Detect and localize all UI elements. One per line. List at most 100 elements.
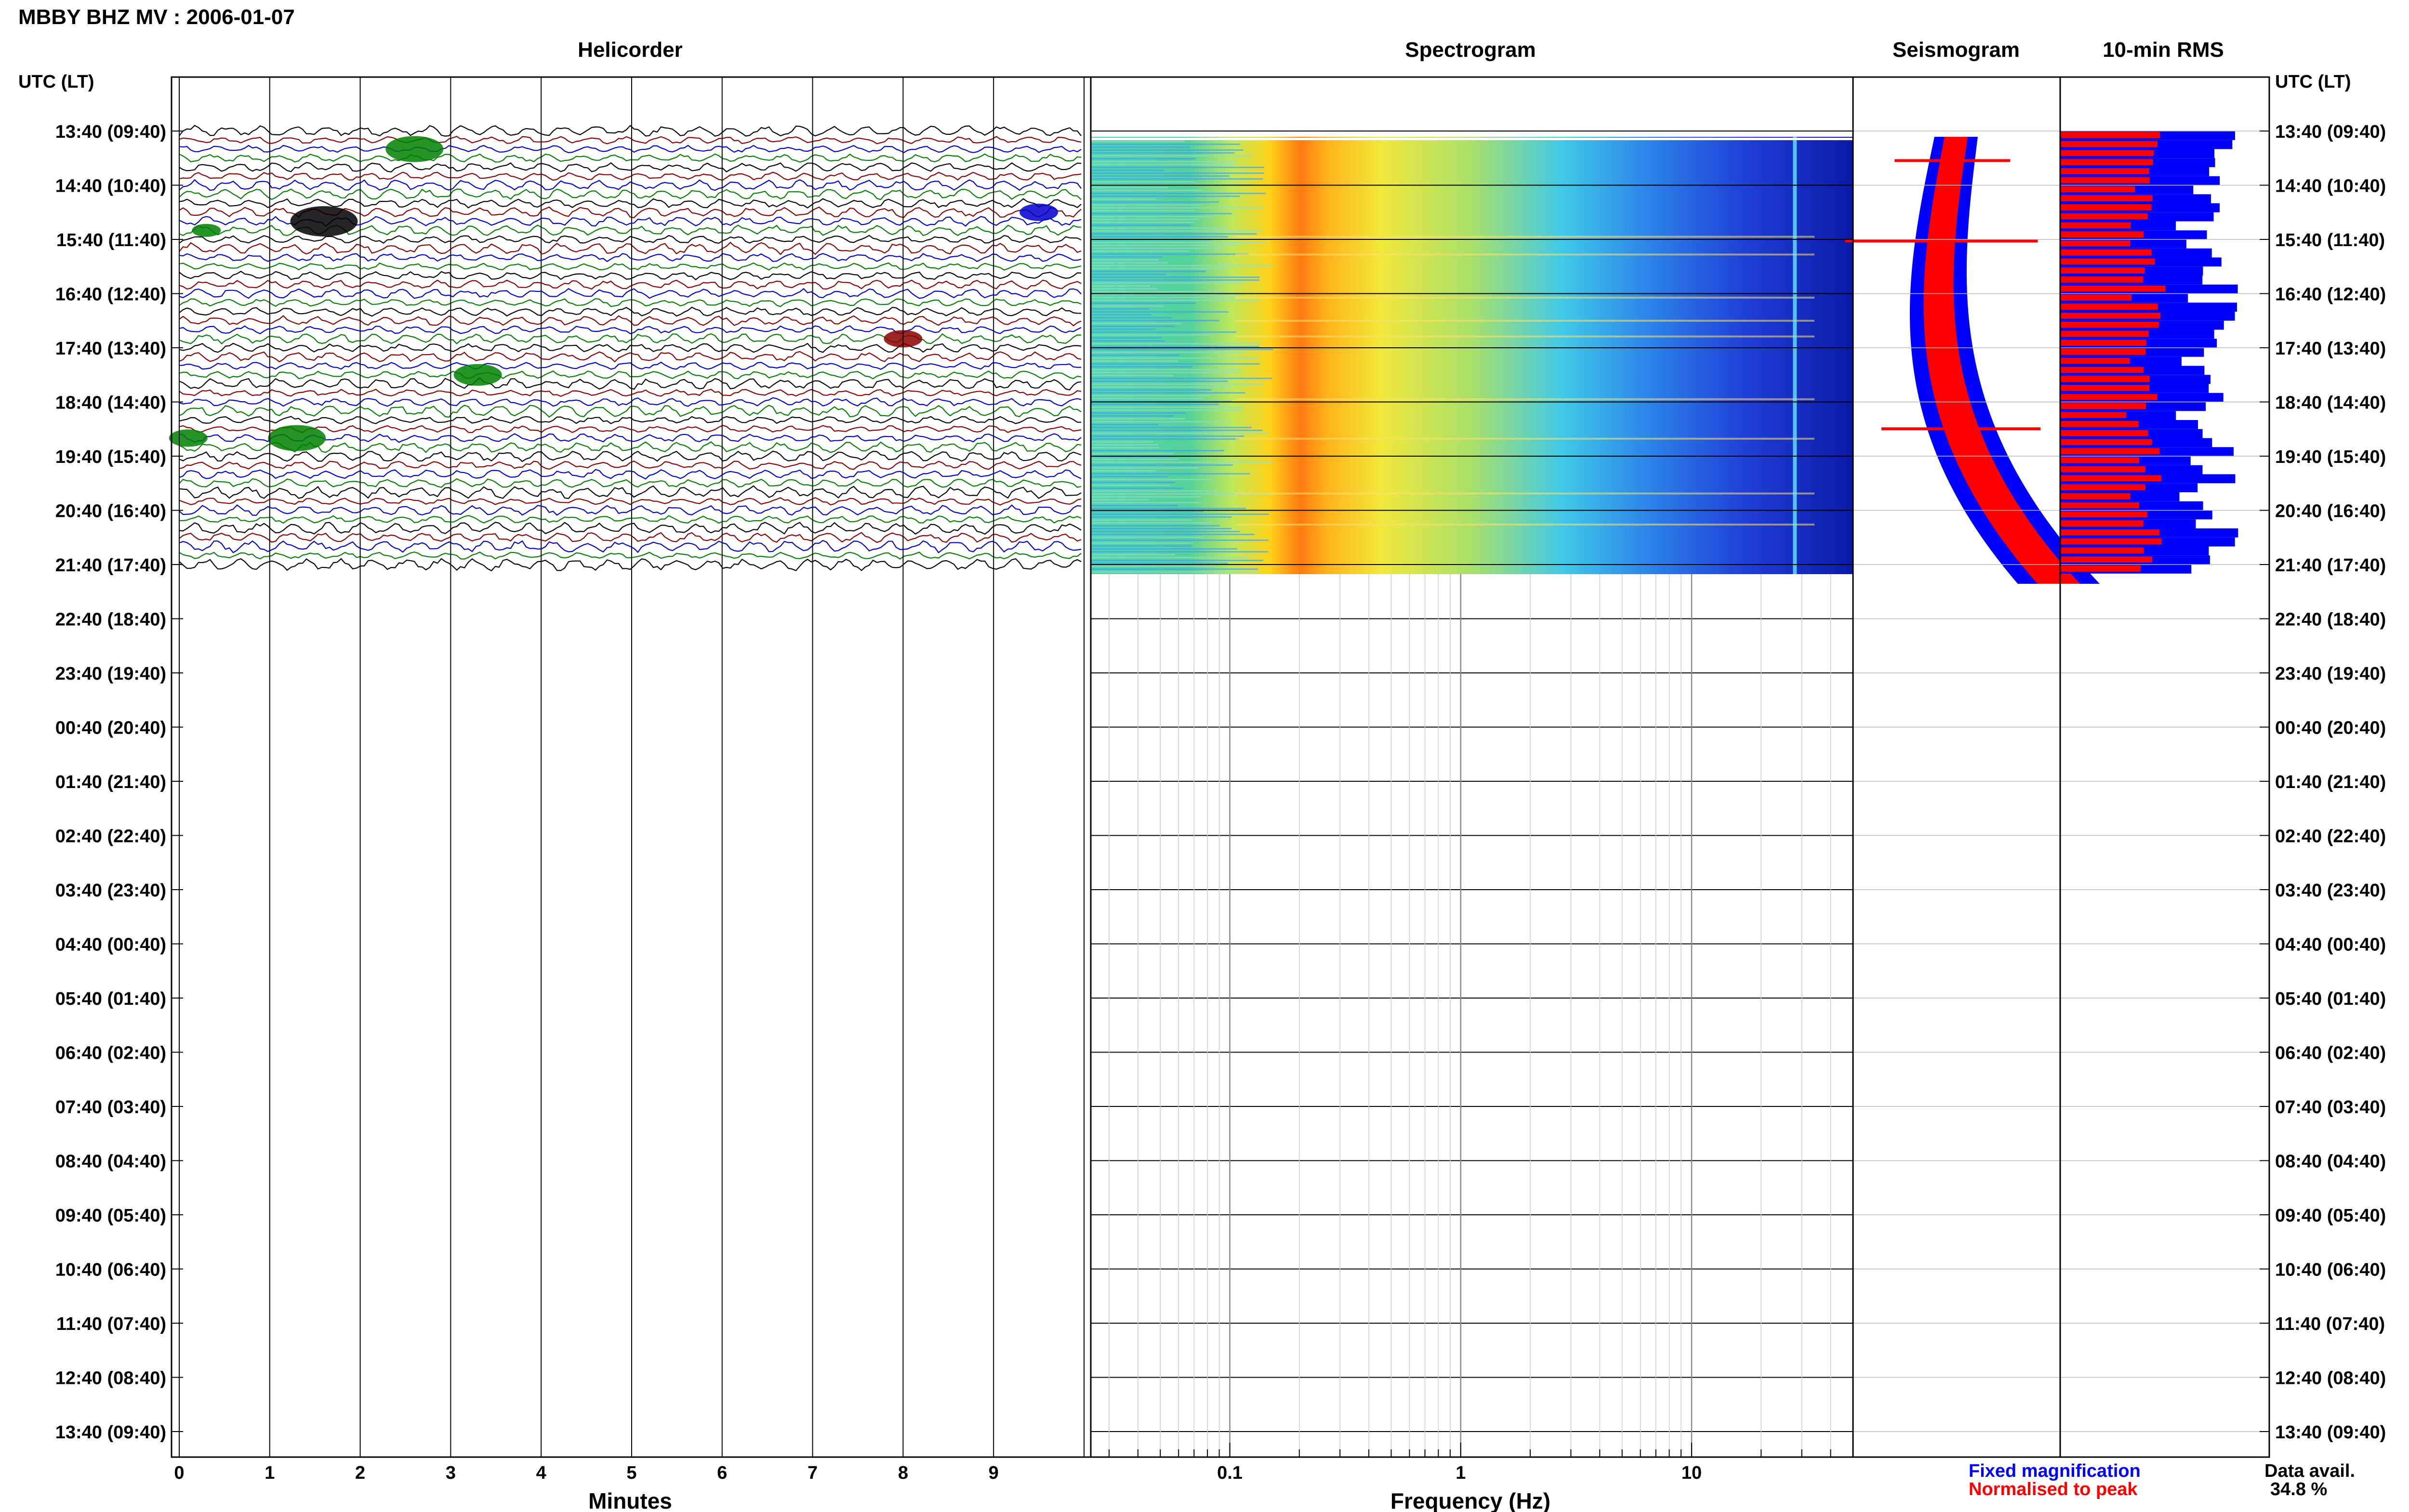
time-label-left: 21:40 (17:40) [55,555,166,576]
time-label-left: 14:40 (10:40) [55,176,166,197]
helicorder-trace [179,153,1082,163]
seismogram-spike [1881,427,2041,431]
spectrogram-event-line [1235,296,1814,299]
spectrogram-streak [1091,427,1252,428]
rms-bar-normalised [2060,493,2131,500]
spectrogram-streak [1091,170,1164,171]
spectrogram-streak [1091,161,1236,162]
spectrogram-streak [1091,285,1150,287]
spectrogram-streak [1091,236,1228,237]
spectrogram-streak [1091,334,1211,336]
frequency-tick-label: 1 [1456,1463,1466,1483]
helicorder-trace [179,253,1082,263]
spectrogram-event-line [1235,319,1814,322]
rms-bar-normalised [2060,222,2131,229]
spectrogram-streak [1091,213,1232,214]
right-axis-header: UTC (LT) [2275,72,2351,92]
spectrogram-streak [1091,450,1225,451]
rms-bar-normalised [2060,321,2159,328]
time-label-right: 00:40 (20:40) [2275,718,2386,738]
helicorder-traces [169,125,1082,572]
spectrogram-streak [1091,352,1244,353]
minute-tick-label: 3 [446,1463,456,1483]
helicorder-trace [179,558,1082,572]
time-label-right: 10:40 (06:40) [2275,1260,2386,1280]
spectrogram-streak [1091,563,1229,564]
spectrogram-streak [1091,435,1244,437]
rms-title: 10-min RMS [2103,38,2224,62]
spectrogram-streak [1091,265,1274,266]
spectrogram-streak [1091,444,1159,446]
time-label-right: 22:40 (18:40) [2275,610,2386,630]
time-label-left: 10:40 (06:40) [55,1260,166,1280]
rms-bar-normalised [2060,204,2152,210]
time-label-right: 01:40 (21:40) [2275,772,2386,792]
helicorder-trace [179,162,1082,172]
spectrogram-event-line [1235,236,1814,238]
time-label-left: 13:40 (09:40) [55,122,166,142]
spectrogram-streak [1091,187,1168,188]
spectrogram-streak [1091,230,1262,232]
helicorder-trace [179,325,1082,334]
time-label-left: 20:40 (16:40) [55,501,166,522]
spectrogram-streak [1091,308,1149,310]
rms-bar-normalised [2060,457,2140,463]
spectrogram-streak [1091,181,1195,183]
spectrogram-top-gap [1091,138,1853,140]
seismogram-normalised-envelope [1923,137,2080,584]
helicorder-trace [179,370,1082,380]
time-label-left: 22:40 (18:40) [55,610,166,630]
rms-bar-normalised [2060,330,2149,337]
spectrogram-event-line [1235,492,1814,495]
helicorder-trace [179,235,1082,244]
spectrogram-streak [1091,412,1186,414]
rms-bar-normalised [2060,565,2141,572]
spectrogram-streak [1091,487,1183,489]
spectrogram-streak [1091,421,1231,422]
rms-bar-normalised [2060,439,2152,446]
helicorder-trace [179,504,1082,516]
time-label-right: 21:40 (17:40) [2275,555,2386,576]
rms-bar-normalised [2060,556,2152,563]
helicorder-event [169,429,208,447]
time-label-left: 23:40 (19:40) [55,664,166,684]
spectrogram-streak [1091,152,1234,154]
spectrogram-streak [1091,355,1180,356]
spectrogram-streak [1091,502,1201,503]
spectrogram-streak [1091,349,1273,350]
helicorder-trace [179,469,1082,480]
helicorder-event [385,136,444,162]
spectrogram-streak [1091,297,1235,298]
rms-bar-normalised [2060,484,2145,490]
helicorder-trace [179,171,1082,181]
rms-bars [2060,131,2238,574]
spectrogram-streak [1091,366,1193,368]
spectrogram-streak [1091,207,1263,209]
time-label-right: 05:40 (01:40) [2275,989,2386,1009]
spectrogram-event-line [1235,524,1814,526]
rms-bar-normalised [2060,195,2153,201]
spectrogram-streak [1091,505,1178,506]
spectrogram-event-line [1235,253,1814,256]
rms-bar-normalised [2060,394,2158,400]
minute-tick-label: 2 [355,1463,365,1483]
rms-bar-normalised [2060,340,2146,346]
helicorder-trace [179,450,1082,462]
spectrogram-streak [1091,473,1250,474]
spectrogram-streak [1091,508,1246,509]
time-label-right: 20:40 (16:40) [2275,501,2386,522]
time-label-left: 04:40 (00:40) [55,935,166,955]
rms-bar-normalised [2060,132,2160,138]
spectrogram-streak [1091,430,1263,431]
spectrogram-streak [1091,490,1218,492]
spectrogram-streak [1091,496,1201,498]
spectrogram-streak [1091,534,1255,535]
spectrogram-streak [1091,485,1170,486]
time-label-left: 15:40 (11:40) [56,230,166,250]
spectrogram-streak [1091,314,1152,316]
rms-bar-normalised [2060,520,2144,526]
spectrogram-streak [1091,470,1156,472]
helicorder-trace [179,478,1082,488]
spectrogram-streak [1091,551,1269,552]
rms-bar-normalised [2060,349,2146,355]
